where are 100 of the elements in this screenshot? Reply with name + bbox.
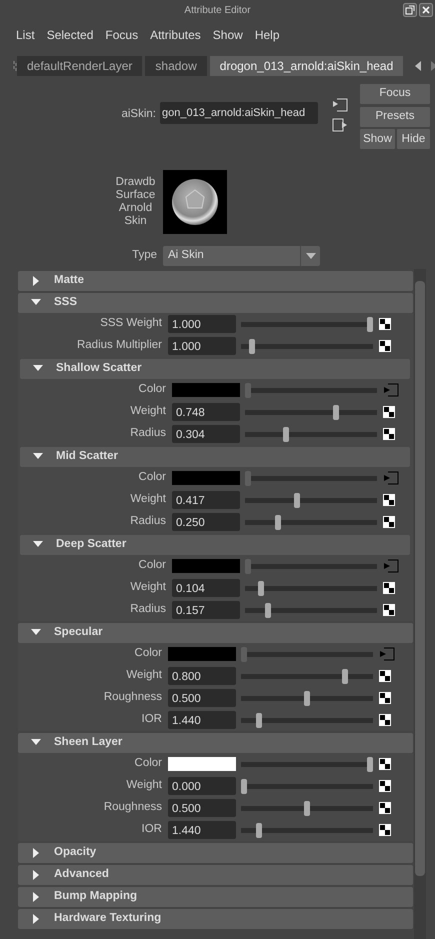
section-header[interactable]: Specular — [18, 623, 413, 643]
value-field[interactable]: 0.000 — [168, 777, 236, 795]
section-header[interactable]: Advanced — [18, 865, 413, 885]
map-button-icon[interactable] — [383, 406, 395, 418]
slider-thumb[interactable] — [304, 800, 310, 816]
section-header[interactable]: Shallow Scatter — [20, 359, 410, 379]
map-button-icon[interactable] — [379, 714, 391, 726]
attribute-label: Radius Multiplier — [76, 338, 163, 354]
map-button-icon[interactable] — [383, 604, 395, 616]
map-button-icon[interactable] — [379, 780, 391, 792]
attribute-label: Weight — [129, 404, 167, 420]
menu-item[interactable]: Attributes — [144, 24, 207, 46]
slider-thumb[interactable] — [256, 822, 262, 838]
attribute-label: Color — [138, 470, 167, 486]
section-header[interactable]: Sheen Layer — [18, 733, 413, 753]
float-icon[interactable] — [403, 3, 417, 17]
map-button-icon[interactable] — [379, 824, 391, 836]
editor-button[interactable]: Show — [360, 129, 395, 150]
value-field[interactable]: 1.440 — [168, 711, 236, 729]
attribute-label: Roughness — [102, 690, 163, 706]
attribute-label: Color — [138, 382, 167, 398]
slider-thumb[interactable] — [282, 426, 289, 442]
editor-button[interactable]: Hide — [397, 129, 430, 150]
slider-thumb[interactable] — [241, 646, 247, 662]
attribute-label: Weight — [125, 668, 163, 684]
section-header[interactable]: Opacity — [18, 843, 413, 863]
section-header[interactable]: Deep Scatter — [20, 535, 410, 555]
attribute-label: Weight — [129, 492, 167, 508]
swatch-label: Drawdb Surface Arnold Skin — [114, 175, 156, 228]
window-title: Attribute Editor — [184, 4, 251, 18]
attribute-label: Color — [138, 558, 167, 574]
section-header[interactable]: Matte — [18, 271, 413, 291]
map-button-icon[interactable] — [383, 582, 395, 594]
map-button-icon[interactable] — [379, 318, 391, 330]
output-connection-icon[interactable] — [332, 118, 348, 132]
value-field[interactable]: 0.104 — [172, 579, 240, 597]
map-button-icon[interactable] — [379, 670, 391, 682]
slider-thumb[interactable] — [333, 404, 340, 420]
menu-item[interactable]: Show — [206, 24, 249, 46]
color-swatch[interactable] — [172, 559, 240, 573]
editor-button[interactable]: Presets — [360, 106, 430, 127]
slider-thumb[interactable] — [241, 778, 247, 794]
color-swatch[interactable] — [168, 647, 236, 661]
slider-thumb[interactable] — [245, 470, 251, 486]
scrollbar[interactable] — [414, 269, 426, 939]
tab[interactable]: drogon_013_arnold:aiSkin_head — [210, 56, 404, 76]
scrollbar-thumb[interactable] — [415, 281, 425, 876]
value-field[interactable]: 0.417 — [172, 491, 240, 509]
value-field[interactable]: 0.748 — [172, 403, 240, 421]
menu-item[interactable]: Focus — [99, 24, 144, 46]
close-icon[interactable] — [419, 3, 433, 17]
value-field[interactable]: 1.000 — [168, 315, 236, 333]
attribute-label: Radius — [129, 426, 167, 442]
section-header[interactable]: Mid Scatter — [20, 447, 410, 467]
map-button-icon[interactable] — [379, 340, 391, 352]
menu-item[interactable]: Help — [248, 24, 286, 46]
map-button-icon[interactable] — [383, 428, 395, 440]
tab[interactable]: defaultRenderLayer — [17, 56, 142, 76]
input-connection-icon[interactable] — [332, 98, 348, 112]
map-button-icon[interactable] — [383, 516, 395, 528]
slider-thumb[interactable] — [342, 668, 348, 684]
slider-thumb[interactable] — [275, 514, 282, 530]
value-field[interactable]: 0.304 — [172, 425, 240, 443]
color-swatch[interactable] — [172, 471, 240, 485]
dropdown-arrow-icon — [306, 253, 316, 259]
type-dropdown[interactable]: Ai Skin — [163, 246, 320, 266]
value-field[interactable]: 0.250 — [172, 513, 240, 531]
map-button-icon[interactable] — [379, 758, 391, 770]
node-name-field[interactable]: gon_013_arnold:aiSkin_head — [160, 102, 318, 124]
value-field[interactable]: 0.500 — [168, 799, 236, 817]
editor-button[interactable]: Focus — [360, 84, 430, 104]
section-header[interactable]: SSS — [18, 293, 413, 313]
color-swatch[interactable] — [172, 383, 240, 397]
slider-thumb[interactable] — [248, 338, 255, 354]
map-button-icon[interactable] — [379, 692, 391, 704]
section-header[interactable]: Hardware Texturing — [18, 909, 413, 929]
value-field[interactable]: 0.500 — [168, 689, 236, 707]
slider-thumb[interactable] — [265, 602, 272, 618]
slider-thumb[interactable] — [258, 580, 264, 596]
color-swatch[interactable] — [168, 757, 236, 771]
map-button-icon[interactable] — [379, 802, 391, 814]
slider-thumb[interactable] — [245, 382, 251, 398]
scroll-left-icon[interactable] — [414, 61, 422, 71]
slider-thumb[interactable] — [245, 558, 251, 574]
value-field[interactable]: 1.440 — [168, 821, 236, 839]
menu-item[interactable]: Selected — [40, 24, 100, 46]
slider-thumb[interactable] — [367, 756, 373, 772]
section-header[interactable]: Bump Mapping — [18, 887, 413, 907]
value-field[interactable]: 0.800 — [168, 667, 236, 685]
value-field[interactable]: 1.000 — [168, 337, 236, 355]
tab[interactable]: shadow — [145, 56, 207, 76]
slider-thumb[interactable] — [294, 492, 300, 508]
slider-thumb[interactable] — [304, 690, 310, 706]
map-button-icon[interactable] — [383, 494, 395, 506]
attribute-label: Weight — [125, 778, 163, 794]
value-field[interactable]: 0.157 — [172, 601, 240, 619]
menu-item[interactable]: List — [10, 24, 41, 46]
slider-thumb[interactable] — [367, 316, 373, 332]
slider-thumb[interactable] — [256, 712, 262, 728]
attribute-label: IOR — [140, 712, 163, 728]
